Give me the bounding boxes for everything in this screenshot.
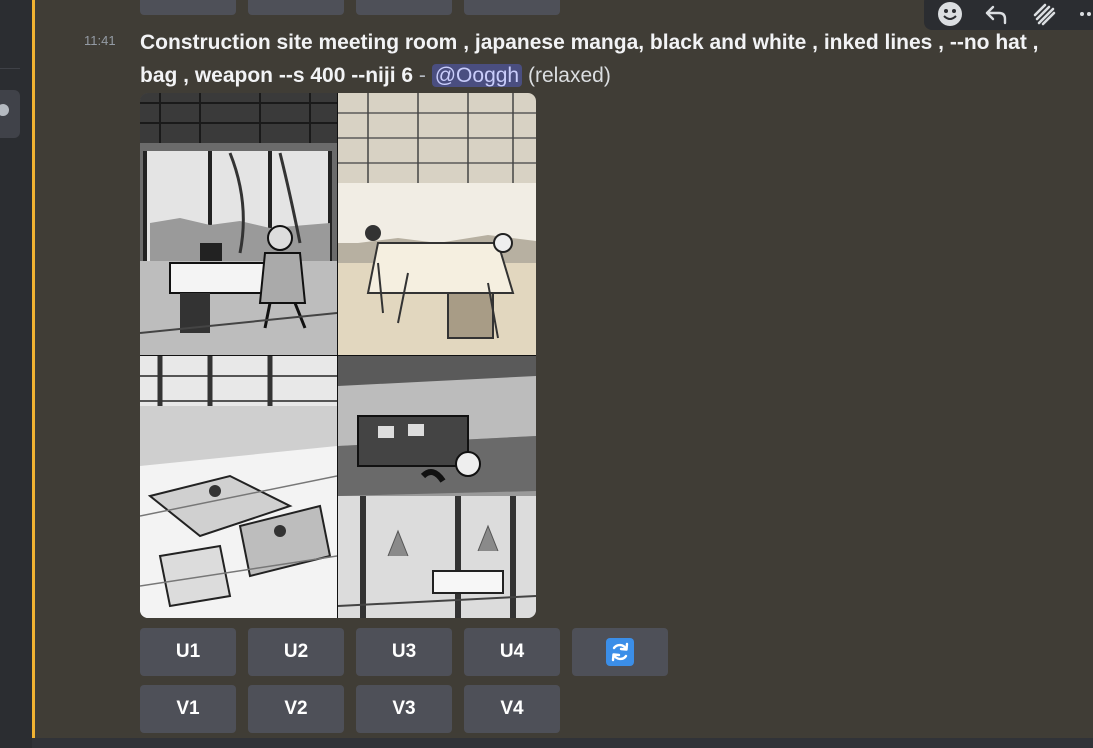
more-icon[interactable] [1072,0,1093,28]
image-tile-2 [338,93,536,355]
mode-label: (relaxed) [527,64,611,87]
previous-message-button[interactable] [140,0,236,15]
variation-2-button[interactable]: V2 [248,685,344,733]
emoji-icon[interactable] [934,0,966,28]
reroll-button[interactable] [572,628,668,676]
upscale-3-button[interactable]: U3 [356,628,452,676]
image-tile-3 [140,356,337,618]
user-mention[interactable]: @Ooggh [431,64,523,87]
variation-1-button[interactable]: V1 [140,685,236,733]
mention-highlight-bar [32,0,35,748]
chat-bottom-edge [32,738,1093,748]
previous-message-button[interactable] [248,0,344,15]
upscale-1-button[interactable]: U1 [140,628,236,676]
variation-4-button[interactable]: V4 [464,685,560,733]
image-tile-4 [338,356,536,618]
previous-message-button[interactable] [464,0,560,15]
reply-icon[interactable] [980,0,1012,28]
refresh-icon [606,638,634,666]
threads-icon[interactable] [1028,0,1060,28]
sidebar-divider [0,68,20,69]
variation-3-button[interactable]: V3 [356,685,452,733]
gear-icon [0,104,9,116]
message-timestamp: 11:41 [84,33,116,48]
message-content: Construction site meeting room , japanes… [140,26,1070,92]
upscale-4-button[interactable]: U4 [464,628,560,676]
sidebar-channel-item[interactable] [0,90,20,138]
previous-message-button[interactable] [356,0,452,15]
generated-image-grid[interactable] [140,93,536,618]
server-sidebar [0,0,32,748]
image-tile-1 [140,93,337,355]
upscale-2-button[interactable]: U2 [248,628,344,676]
separator: - [413,64,432,87]
